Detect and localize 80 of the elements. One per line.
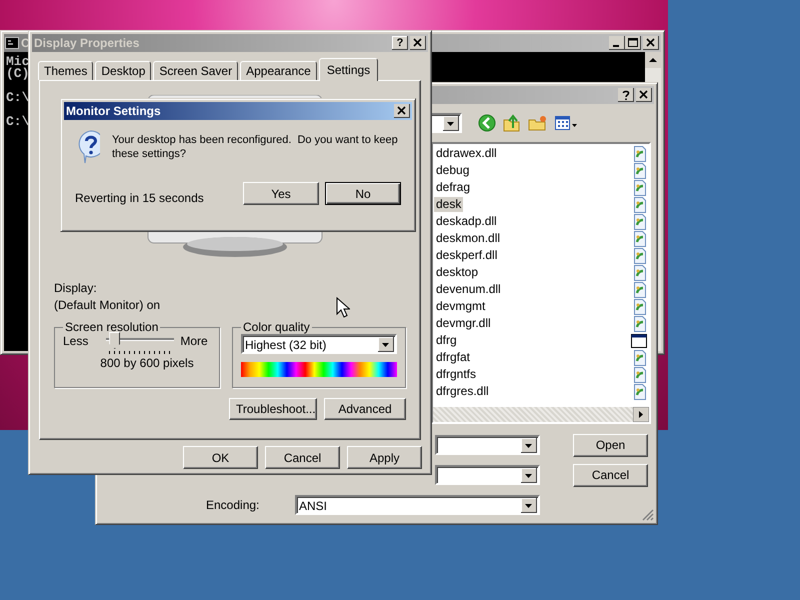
document-icon (633, 162, 647, 178)
file-name[interactable]: dfrgntfs (434, 367, 478, 382)
file-name-field[interactable] (435, 435, 540, 455)
scroll-up-icon[interactable] (645, 52, 661, 68)
encoding-label: Encoding: (205, 498, 260, 512)
file-name[interactable]: defrag (434, 180, 472, 195)
scroll-right-icon[interactable] (633, 407, 649, 422)
dropdown-arrow-icon (447, 122, 455, 126)
console-line: C:\ (6, 92, 30, 104)
file-name[interactable]: debug (434, 163, 472, 178)
panel-button[interactable]: Troubleshoot... (229, 398, 317, 420)
window-title: Monitor Settings (66, 104, 161, 118)
document-icon (633, 230, 647, 246)
document-icon (633, 214, 647, 230)
dialog-button[interactable]: No (325, 182, 401, 205)
folder-up-icon[interactable] (502, 113, 522, 133)
file-name[interactable]: deskadp.dll (434, 214, 499, 229)
dropdown-arrow-icon (382, 342, 390, 346)
tab[interactable]: Settings (318, 58, 378, 81)
dropdown-arrow-icon (525, 444, 533, 448)
file-name[interactable]: dfrg (434, 333, 459, 348)
more-label: More (180, 334, 208, 348)
document-icon (633, 366, 647, 382)
console-icon (5, 37, 19, 49)
group-title: Screen resolution (64, 320, 160, 334)
question-bubble-icon (76, 130, 100, 164)
scrollbar[interactable] (433, 407, 649, 422)
document-icon (633, 248, 647, 264)
dropdown-arrow-icon (525, 504, 533, 508)
dialog-button[interactable]: Yes (243, 182, 319, 205)
panel-button[interactable]: Advanced (324, 398, 406, 420)
document-icon (633, 384, 647, 400)
document-icon (633, 350, 647, 366)
window-icon (631, 332, 647, 348)
display-label: Display: (54, 280, 97, 297)
cancel-button[interactable]: Cancel (573, 464, 648, 486)
open-button[interactable]: Open (573, 434, 648, 456)
document-icon (633, 298, 647, 314)
file-name[interactable]: desk (434, 197, 464, 212)
resize-grip-icon[interactable] (642, 509, 654, 521)
file-name[interactable]: devmgmt (434, 299, 488, 314)
countdown-text: Reverting in 15 seconds (75, 191, 204, 205)
file-name[interactable]: desktop (434, 265, 480, 280)
dialog-button[interactable]: OK (183, 446, 258, 469)
dropdown-arrow-icon (525, 474, 533, 478)
resolution-reading: 800 by 600 pixels (99, 356, 195, 370)
console-line: Mic (6, 56, 30, 68)
document-icon (633, 316, 647, 332)
encoding-dropdown[interactable]: ANSI (295, 495, 540, 515)
file-name[interactable]: devmgr.dll (434, 316, 493, 331)
less-label: Less (63, 334, 88, 348)
tab[interactable]: Screen Saver (153, 61, 238, 80)
console-line: (C) (6, 68, 30, 80)
message-text: Your desktop has been reconfigured. Do you want to keep these settings? (112, 133, 399, 161)
document-icon (633, 146, 647, 162)
group-title: Color quality (242, 320, 311, 334)
dialog-button[interactable]: Cancel (265, 446, 340, 469)
dialog-button[interactable]: Apply (347, 446, 422, 469)
tab[interactable]: Themes (38, 61, 94, 80)
document-icon (633, 264, 647, 280)
view-grid-icon[interactable] (554, 113, 578, 133)
document-icon (633, 282, 647, 298)
window-title: Display Properties (34, 36, 140, 50)
file-name[interactable]: ddrawex.dll (434, 146, 499, 161)
file-name[interactable]: deskperf.dll (434, 248, 500, 263)
color-quality-dropdown[interactable]: Highest (32 bit) (241, 334, 397, 354)
file-name[interactable]: devenum.dll (434, 282, 503, 297)
mouse-pointer-icon (336, 297, 350, 319)
display-value: (Default Monitor) on (54, 297, 160, 314)
file-name[interactable]: dfrgres.dll (434, 384, 491, 399)
file-name[interactable]: deskmon.dll (434, 231, 502, 246)
file-type-dropdown[interactable] (435, 465, 540, 485)
close-icon[interactable] (394, 104, 410, 118)
file-name[interactable]: dfrgfat (434, 350, 472, 365)
slider-thumb[interactable] (109, 332, 120, 349)
document-icon (633, 180, 647, 196)
console-line: C:\ (6, 116, 30, 128)
document-icon (633, 196, 647, 212)
tab[interactable]: Appearance (240, 61, 317, 80)
tab[interactable]: Desktop (95, 61, 152, 80)
